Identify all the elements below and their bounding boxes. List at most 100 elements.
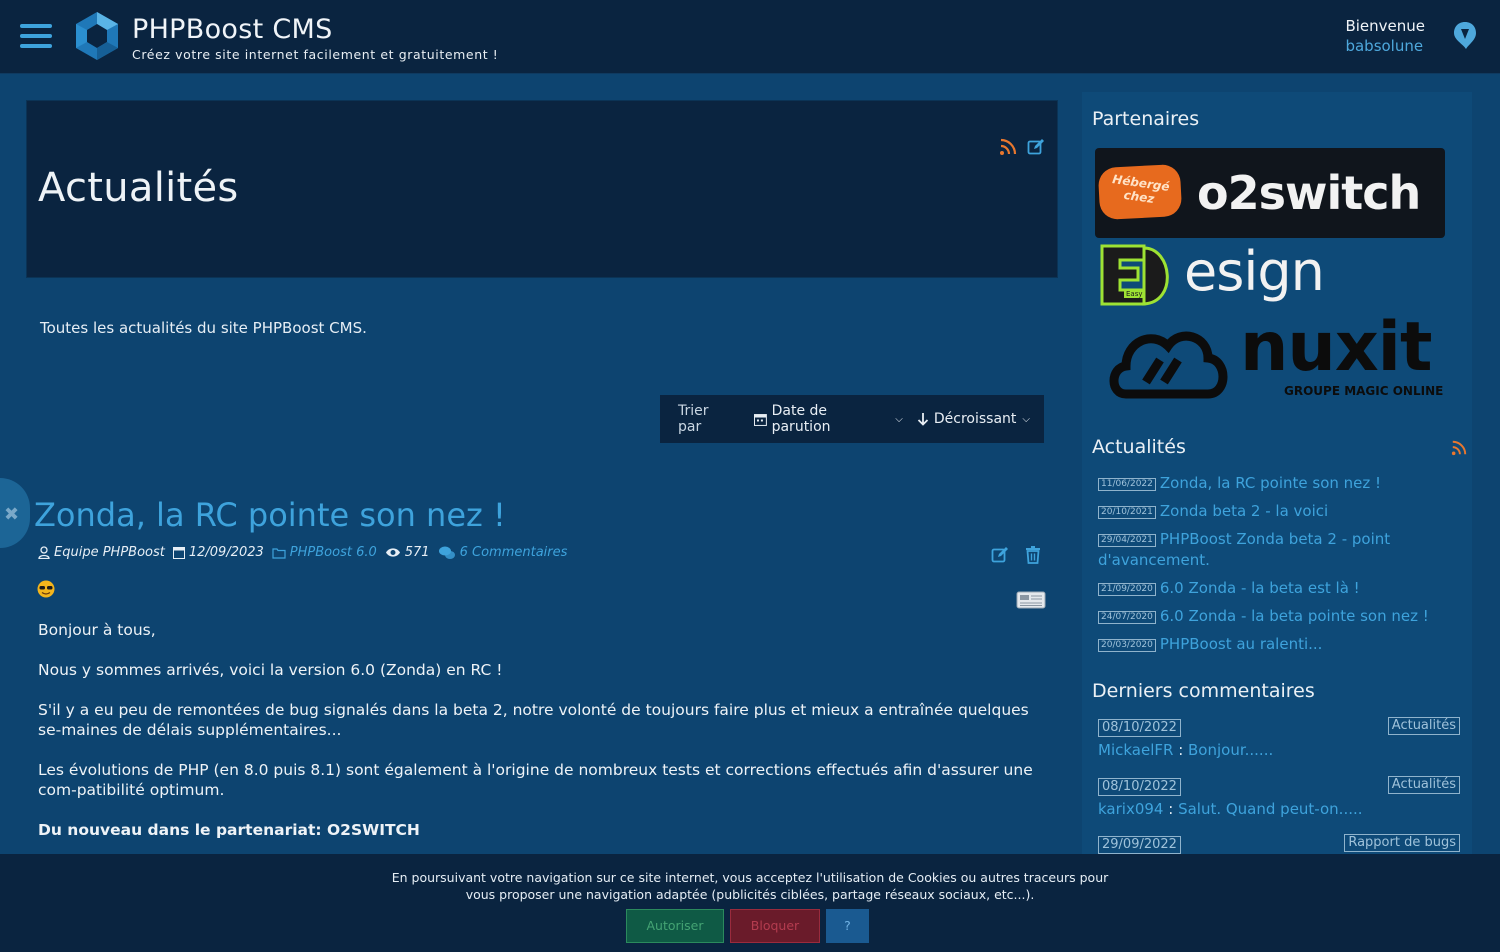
edesign-tagline: Easy — [1124, 290, 1145, 298]
rss-icon[interactable] — [999, 138, 1017, 156]
nuxit-tagline: GROUPE MAGIC ONLINE — [1284, 384, 1444, 398]
article-paragraph: Bonjour à tous, — [38, 621, 156, 639]
article-paragraph: S'il y a eu peu de remontées de bug sign… — [38, 701, 1029, 739]
comments-icon — [438, 546, 455, 559]
user-welcome[interactable]: Bienvenue babsolune — [1345, 16, 1425, 56]
article-category[interactable]: PHPBoost 6.0 — [272, 545, 377, 560]
article-paragraph: Les évolutions de PHP (en 8.0 puis 8.1) … — [38, 761, 1033, 799]
page-intro: Toutes les actualités du site PHPBoost C… — [40, 319, 367, 337]
comment-author[interactable]: MickaelFR — [1098, 741, 1173, 759]
comment-category-badge[interactable]: Actualités — [1387, 776, 1460, 794]
calendar-icon — [172, 547, 185, 559]
news-title: PHPBoost au ralenti... — [1159, 635, 1323, 653]
sort-label: Trier par — [678, 403, 709, 435]
article-date: 12/09/2023 — [172, 545, 264, 560]
cookie-block-button[interactable]: Bloquer — [730, 909, 820, 943]
edit-icon[interactable] — [1027, 138, 1045, 156]
news-title: Zonda, la RC pointe son nez ! — [1159, 474, 1382, 492]
partners-title: Partenaires — [1092, 108, 1200, 130]
cookie-help-button[interactable]: ? — [826, 909, 869, 943]
delete-article-icon[interactable] — [1025, 546, 1041, 564]
arrow-down-icon — [917, 413, 929, 426]
comment-item[interactable]: 29/09/2022 Rapport de bugs — [1098, 834, 1460, 854]
edesign-leaf-icon — [1100, 244, 1169, 306]
sunglasses-emoji-icon — [37, 580, 55, 598]
article-author[interactable]: Equipe PHPBoost — [38, 545, 165, 560]
comments-count: 6 Commentaires — [459, 545, 568, 560]
comment-excerpt[interactable]: Bonjour...... — [1188, 741, 1273, 759]
article-comments-link[interactable]: 6 Commentaires — [438, 545, 568, 560]
article-views: 571 — [385, 545, 430, 560]
news-item[interactable]: 29/04/2021 PHPBoost Zonda beta 2 - point … — [1098, 529, 1458, 571]
article-title[interactable]: Zonda, la RC pointe son nez ! — [34, 496, 506, 534]
news-title: 6.0 Zonda - la beta pointe son nez ! — [1159, 607, 1429, 625]
o2switch-logo-text: o2switch — [1197, 166, 1421, 220]
phpboost-logo[interactable] — [74, 10, 120, 62]
user-icon — [38, 546, 50, 559]
site-title[interactable]: PHPBoost CMS — [132, 14, 333, 45]
comment-date: 08/10/2022 — [1098, 778, 1181, 796]
comment-category-badge[interactable]: Rapport de bugs — [1344, 834, 1460, 852]
category-name: PHPBoost 6.0 — [289, 545, 377, 560]
sort-bar: Trier par Date de parution ⌵ Décroissant… — [660, 395, 1044, 443]
article-subheading: Du nouveau dans le partenariat: O2SWITCH — [38, 821, 420, 839]
comment-date: 08/10/2022 — [1098, 719, 1181, 737]
news-date: 21/09/2020 — [1098, 583, 1156, 596]
news-item[interactable]: 11/06/2022 Zonda, la RC pointe son nez ! — [1098, 473, 1458, 494]
calendar-icon — [753, 413, 767, 426]
news-item[interactable]: 24/07/2020 6.0 Zonda - la beta pointe son… — [1098, 606, 1458, 627]
news-title: Zonda beta 2 - la voici — [1159, 502, 1329, 520]
comment-item[interactable]: 08/10/2022 Actualités karix094 : Salut. … — [1098, 776, 1460, 818]
admin-tools-tab[interactable]: ✖ — [0, 478, 30, 548]
cookie-banner: En poursuivant votre navigation sur ce s… — [0, 854, 1500, 952]
partner-nuxit-banner[interactable]: nuxit GROUPE MAGIC ONLINE — [1100, 308, 1452, 404]
tools-icon: ✖ — [4, 504, 20, 525]
menu-icon[interactable] — [20, 24, 52, 50]
sidebar-news-list: 11/06/2022 Zonda, la RC pointe son nez ! … — [1098, 473, 1458, 662]
sort-field-label: Date de parution — [771, 403, 831, 435]
cookie-accept-button[interactable]: Autoriser — [626, 909, 724, 943]
edit-article-icon[interactable] — [991, 546, 1009, 564]
sidebar-comments-title: Derniers commentaires — [1092, 680, 1315, 702]
comment-category-badge[interactable]: Actualités — [1387, 717, 1460, 735]
welcome-label: Bienvenue — [1345, 17, 1425, 35]
views-count: 571 — [404, 545, 430, 560]
sidebar-news-title: Actualités — [1092, 436, 1186, 458]
comment-item[interactable]: 08/10/2022 Actualités MickaelFR : Bonjou… — [1098, 717, 1460, 759]
comment-author[interactable]: karix094 — [1098, 800, 1163, 818]
nuxit-cloud-icon — [1109, 331, 1228, 399]
sort-order-select[interactable]: Décroissant ⌵ — [917, 411, 1030, 427]
comment-excerpt[interactable]: Salut. Quand peut-on..... — [1178, 800, 1362, 818]
news-date: 24/07/2020 — [1098, 611, 1156, 624]
newspaper-icon — [1016, 591, 1046, 609]
cookie-message-line: En poursuivant votre navigation sur ce s… — [391, 870, 1109, 885]
sort-order-label: Décroissant — [933, 411, 1017, 427]
user-avatar-icon[interactable] — [1452, 20, 1478, 50]
news-item[interactable]: 20/10/2021 Zonda beta 2 - la voici — [1098, 501, 1458, 522]
comment-date: 29/09/2022 — [1098, 836, 1181, 854]
news-item[interactable]: 21/09/2020 6.0 Zonda - la beta est là ! — [1098, 578, 1458, 599]
news-date: 11/06/2022 — [1098, 478, 1156, 491]
partner-o2switch-banner[interactable]: Hébergé chez o2switch — [1095, 148, 1445, 238]
article-content: Bonjour à tous, Nous y sommes arrivés, v… — [38, 620, 1048, 860]
news-title: 6.0 Zonda - la beta est là ! — [1159, 579, 1360, 597]
news-item[interactable]: 20/03/2020 PHPBoost au ralenti... — [1098, 634, 1458, 655]
sort-field-select[interactable]: Date de parution ⌵ — [753, 403, 903, 435]
article-meta: Equipe PHPBoost 12/09/2023 PHPBoost 6.0 … — [38, 545, 567, 560]
news-date: 20/10/2021 — [1098, 506, 1156, 519]
eye-icon — [385, 548, 400, 557]
chevron-down-icon: ⌵ — [1022, 413, 1030, 425]
cookie-message-line: vous proposer une navigation adaptée (pu… — [465, 887, 1035, 902]
partner-edesign-banner[interactable]: Easy esign — [1096, 240, 1356, 310]
username-link[interactable]: babsolune — [1345, 36, 1425, 56]
nuxit-logo-text: nuxit — [1240, 308, 1432, 387]
edesign-logo-text: esign — [1184, 240, 1325, 303]
site-subtitle: Créez votre site internet facilement et … — [132, 47, 499, 62]
rss-icon[interactable] — [1451, 440, 1467, 456]
article-paragraph: Nous y sommes arrivés, voici la version … — [38, 661, 503, 679]
page-title: Actualités — [38, 165, 239, 211]
date-value: 12/09/2023 — [188, 545, 264, 560]
top-bar: PHPBoost CMS Créez votre site internet f… — [0, 0, 1500, 74]
news-date: 29/04/2021 — [1098, 534, 1156, 547]
page-header: Actualités — [26, 100, 1058, 278]
